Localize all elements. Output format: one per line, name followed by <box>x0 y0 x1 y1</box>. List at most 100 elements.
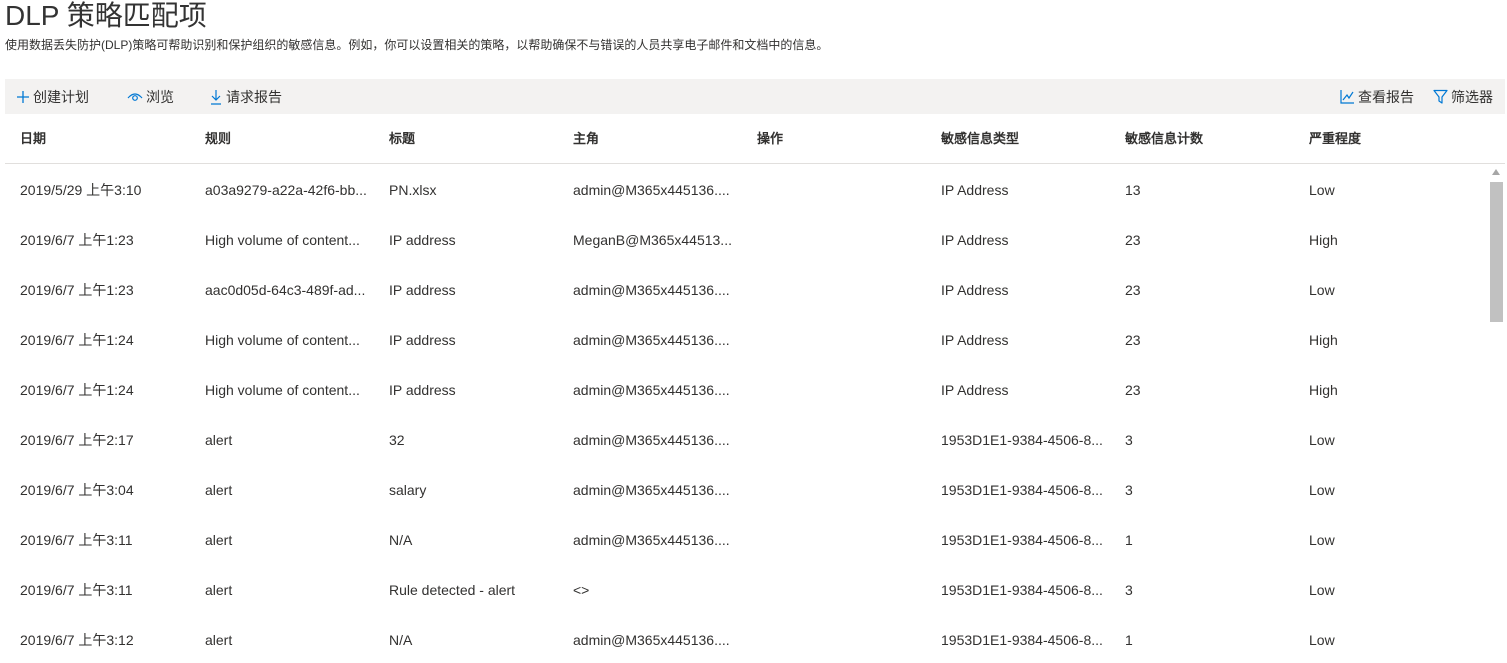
cell-actor: admin@M365x445136.... <box>573 382 730 398</box>
cell-date: 2019/5/29 上午3:10 <box>20 182 142 198</box>
cell-date: 2019/6/7 上午3:11 <box>20 582 133 598</box>
scrollbar-thumb[interactable] <box>1490 182 1503 322</box>
cell-severity: High <box>1309 332 1338 348</box>
request-report-button[interactable]: 请求报告 <box>209 79 282 114</box>
cell-actor: <> <box>573 582 590 598</box>
cell-actor: admin@M365x445136.... <box>573 282 730 298</box>
column-header-sensitive-info-count[interactable]: 敏感信息计数 <box>1125 114 1203 164</box>
scroll-up-arrow-icon[interactable] <box>1492 169 1500 175</box>
cell-action <box>757 315 937 365</box>
cell-sensitive-info-count: 23 <box>1125 382 1141 398</box>
cell-title: N/A <box>389 532 413 548</box>
chart-line-icon <box>1340 89 1355 104</box>
cell-severity: Low <box>1309 482 1335 498</box>
cell-rule: alert <box>205 632 233 648</box>
cell-sensitive-info-type: 1953D1E1-9384-4506-8... <box>941 582 1103 598</box>
cell-action <box>757 265 937 315</box>
column-header-date[interactable]: 日期 <box>20 114 46 164</box>
column-header-severity[interactable]: 严重程度 <box>1309 114 1361 164</box>
cell-title: PN.xlsx <box>389 182 437 198</box>
page-title: DLP 策略匹配项 <box>5 0 207 31</box>
column-header-title[interactable]: 标题 <box>389 114 415 164</box>
column-header-sensitive-info-type[interactable]: 敏感信息类型 <box>941 114 1019 164</box>
cell-sensitive-info-type: IP Address <box>941 282 1009 298</box>
filter-button[interactable]: 筛选器 <box>1433 79 1493 114</box>
cell-actor: admin@M365x445136.... <box>573 432 730 448</box>
cell-title: IP address <box>389 332 456 348</box>
table-row[interactable]: 2019/6/7 上午3:04 alert salary admin@M365x… <box>5 465 1485 515</box>
cell-action <box>757 165 937 215</box>
column-header-action[interactable]: 操作 <box>757 114 783 164</box>
table-row[interactable]: 2019/6/7 上午1:24 High volume of content..… <box>5 365 1485 415</box>
cell-date: 2019/6/7 上午1:23 <box>20 282 134 298</box>
cell-sensitive-info-type: 1953D1E1-9384-4506-8... <box>941 632 1103 648</box>
request-report-label: 请求报告 <box>226 88 282 105</box>
cell-rule: High volume of content... <box>205 232 360 248</box>
view-button[interactable]: 浏览 <box>127 79 174 114</box>
cell-rule: aac0d05d-64c3-489f-ad... <box>205 282 366 298</box>
cell-date: 2019/6/7 上午1:24 <box>20 332 134 348</box>
cell-action <box>757 215 937 265</box>
cell-severity: Low <box>1309 532 1335 548</box>
cell-severity: Low <box>1309 582 1335 598</box>
cell-action <box>757 615 937 663</box>
cell-sensitive-info-type: 1953D1E1-9384-4506-8... <box>941 532 1103 548</box>
cell-action <box>757 465 937 515</box>
cell-title: N/A <box>389 632 413 648</box>
cell-sensitive-info-type: IP Address <box>941 232 1009 248</box>
cell-severity: High <box>1309 382 1338 398</box>
table-row[interactable]: 2019/6/7 上午1:24 High volume of content..… <box>5 315 1485 365</box>
table-row[interactable]: 2019/5/29 上午3:10 a03a9279-a22a-42f6-bb..… <box>5 165 1485 215</box>
plus-icon <box>16 90 30 104</box>
cell-date: 2019/6/7 上午1:24 <box>20 382 134 398</box>
cell-rule: High volume of content... <box>205 382 360 398</box>
table-row[interactable]: 2019/6/7 上午1:23 High volume of content..… <box>5 215 1485 265</box>
view-report-button[interactable]: 查看报告 <box>1340 79 1414 114</box>
cell-rule: alert <box>205 482 233 498</box>
cell-rule: alert <box>205 582 233 598</box>
cell-actor: admin@M365x445136.... <box>573 332 730 348</box>
table-row[interactable]: 2019/6/7 上午1:23 aac0d05d-64c3-489f-ad...… <box>5 265 1485 315</box>
cell-sensitive-info-count: 3 <box>1125 432 1133 448</box>
cell-title: IP address <box>389 282 456 298</box>
create-schedule-label: 创建计划 <box>33 88 89 105</box>
cell-action <box>757 415 937 465</box>
column-header-rule[interactable]: 规则 <box>205 114 231 164</box>
table-row[interactable]: 2019/6/7 上午3:11 alert N/A admin@M365x445… <box>5 515 1485 565</box>
cell-sensitive-info-type: IP Address <box>941 332 1009 348</box>
cell-severity: Low <box>1309 182 1335 198</box>
cell-sensitive-info-count: 1 <box>1125 632 1133 648</box>
table-row[interactable]: 2019/6/7 上午2:17 alert 32 admin@M365x4451… <box>5 415 1485 465</box>
cell-date: 2019/6/7 上午1:23 <box>20 232 134 248</box>
cell-action <box>757 365 937 415</box>
cell-title: IP address <box>389 232 456 248</box>
cell-date: 2019/6/7 上午2:17 <box>20 432 134 448</box>
cell-action <box>757 565 937 615</box>
table-row[interactable]: 2019/6/7 上午3:11 alert Rule detected - al… <box>5 565 1485 615</box>
cell-severity: Low <box>1309 432 1335 448</box>
column-header-actor[interactable]: 主角 <box>573 114 599 164</box>
vertical-scrollbar[interactable] <box>1489 165 1505 663</box>
cell-rule: alert <box>205 532 233 548</box>
view-label: 浏览 <box>146 88 174 105</box>
cell-actor: admin@M365x445136.... <box>573 532 730 548</box>
cell-sensitive-info-count: 23 <box>1125 282 1141 298</box>
cell-title: IP address <box>389 382 456 398</box>
cell-action <box>757 515 937 565</box>
cell-sensitive-info-count: 3 <box>1125 582 1133 598</box>
page-description: 使用数据丢失防护(DLP)策略可帮助识别和保护组织的敏感信息。例如，你可以设置相… <box>5 38 829 52</box>
cell-sensitive-info-count: 13 <box>1125 182 1141 198</box>
cell-severity: High <box>1309 232 1338 248</box>
table-header: 日期 规则 标题 主角 操作 敏感信息类型 敏感信息计数 严重程度 <box>5 114 1505 164</box>
filter-label: 筛选器 <box>1451 88 1493 105</box>
cell-title: salary <box>389 482 427 498</box>
eye-icon <box>127 90 143 104</box>
cell-sensitive-info-type: IP Address <box>941 382 1009 398</box>
cell-sensitive-info-count: 23 <box>1125 332 1141 348</box>
cell-actor: admin@M365x445136.... <box>573 632 730 648</box>
cell-title: 32 <box>389 432 405 448</box>
create-schedule-button[interactable]: 创建计划 <box>16 79 89 114</box>
cell-rule: alert <box>205 432 233 448</box>
cell-severity: Low <box>1309 282 1335 298</box>
table-row[interactable]: 2019/6/7 上午3:12 alert N/A admin@M365x445… <box>5 615 1485 663</box>
